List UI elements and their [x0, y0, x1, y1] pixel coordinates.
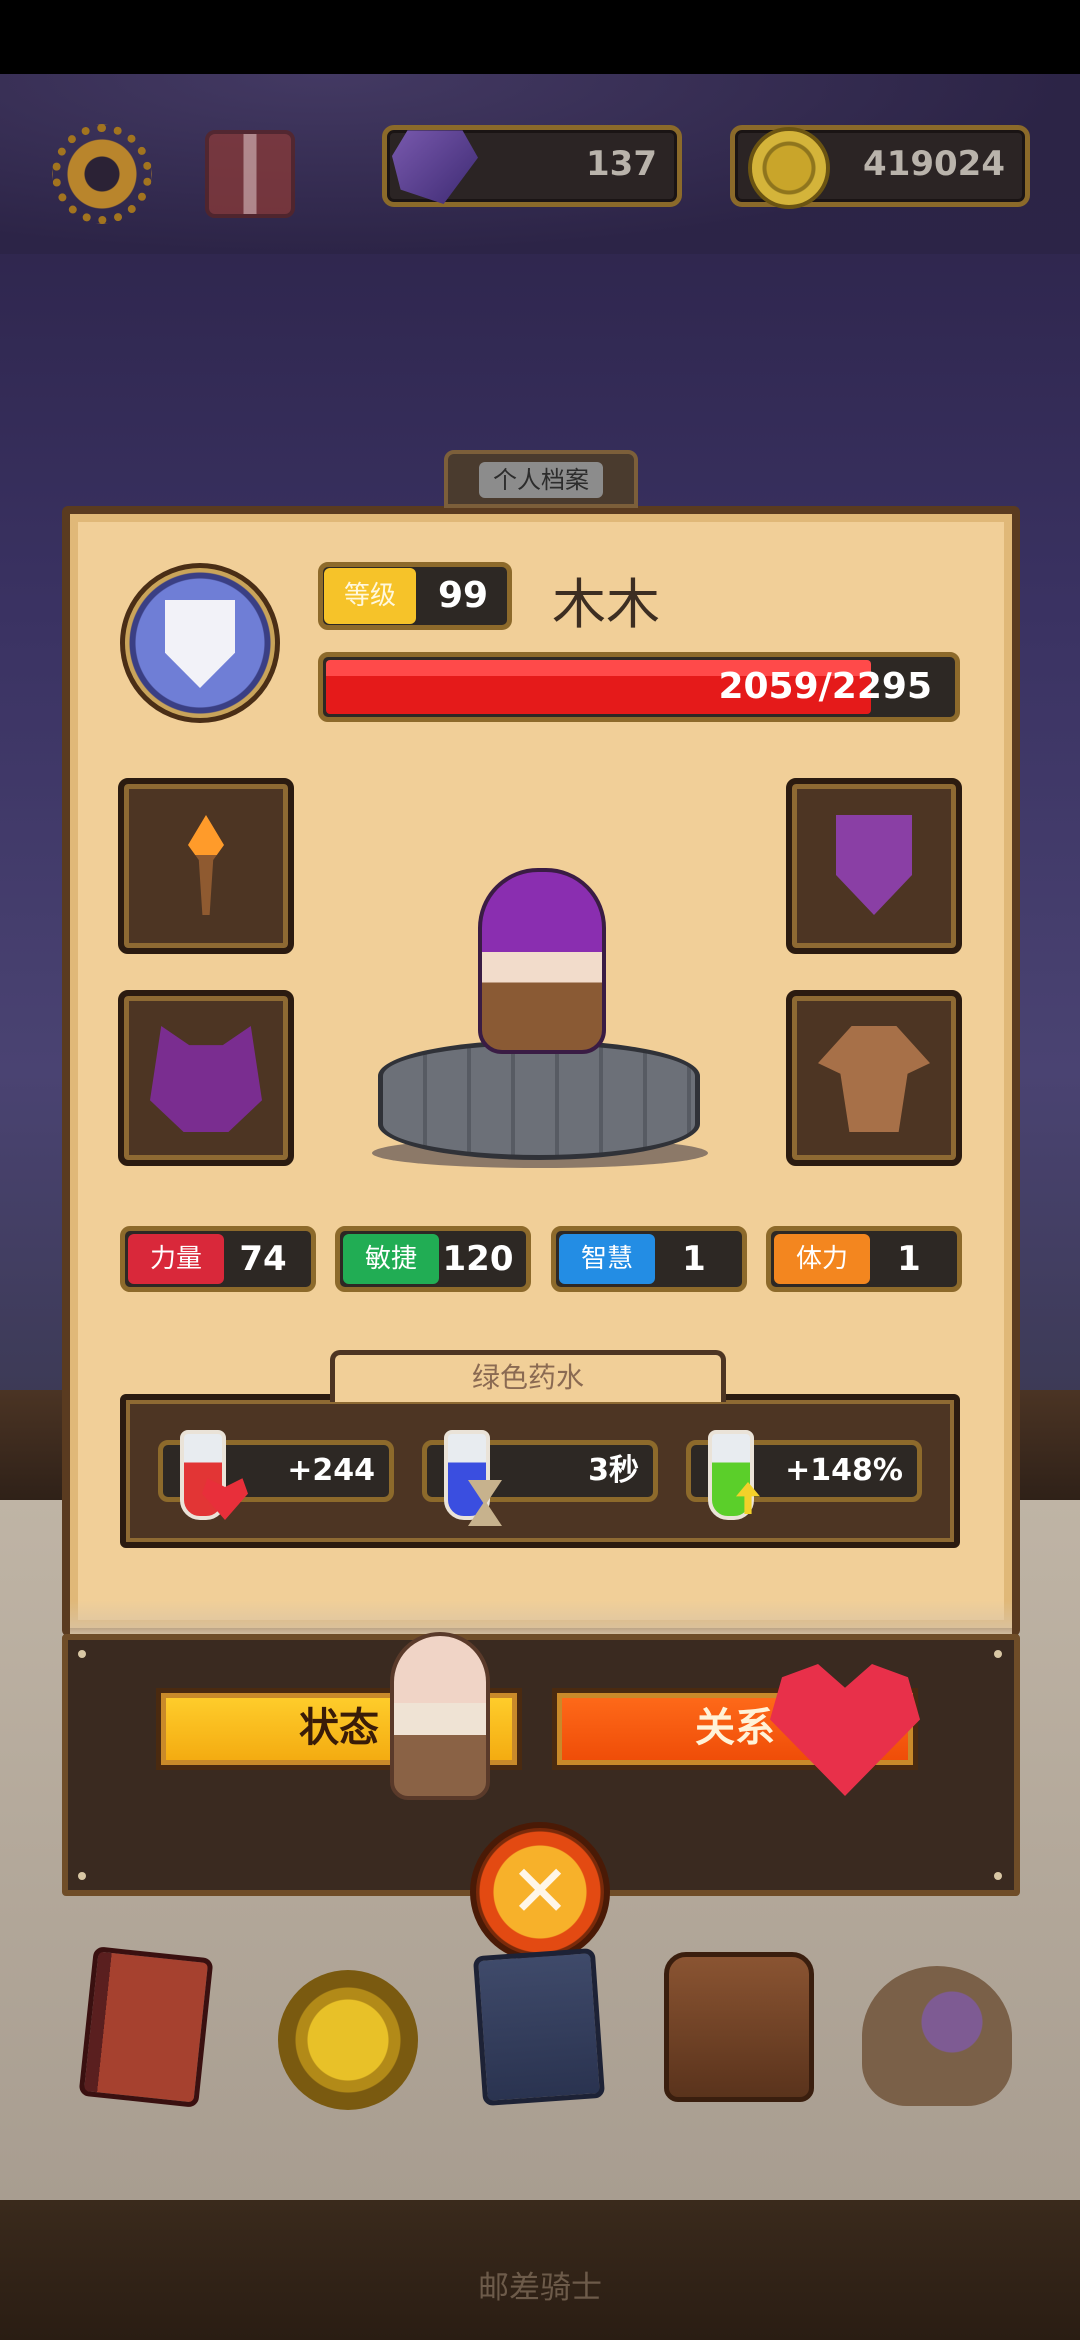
book-icon[interactable] — [78, 1946, 214, 2108]
profile-tab: 个人档案 — [444, 450, 638, 508]
rivet — [994, 1650, 1002, 1658]
level-label: 等级 — [324, 568, 416, 624]
stat-wisdom-value: 1 — [682, 1239, 706, 1279]
stat-stamina: 体力 1 — [766, 1226, 962, 1292]
rivet — [78, 1872, 86, 1880]
stat-strength-label: 力量 — [128, 1234, 224, 1284]
gear-icon[interactable] — [52, 124, 152, 224]
gem-count: 137 — [586, 144, 657, 184]
stat-agility: 敏捷 120 — [335, 1226, 531, 1292]
stat-strength-value: 74 — [239, 1239, 287, 1279]
stat-stamina-label: 体力 — [774, 1234, 870, 1284]
stat-wisdom-label: 智慧 — [559, 1234, 655, 1284]
player-name: 木木 — [552, 573, 660, 636]
stat-wisdom: 智慧 1 — [551, 1226, 747, 1292]
hp-text: 2059/2295 — [718, 666, 932, 707]
hero-character — [478, 868, 606, 1054]
status-bar — [0, 0, 1080, 74]
coin-count: 419024 — [863, 144, 1005, 184]
potion-title: 绿色药水 — [330, 1350, 726, 1402]
backpack-icon[interactable] — [664, 1952, 814, 2102]
rivet — [994, 1872, 1002, 1880]
star-coin-icon[interactable] — [278, 1970, 418, 2110]
cards-icon[interactable] — [472, 1947, 606, 2107]
footer-title: 邮差骑士 — [478, 2270, 602, 2306]
coin-icon — [748, 127, 830, 209]
potion-boost-value: +148% — [785, 1453, 903, 1488]
stat-agility-label: 敏捷 — [343, 1234, 439, 1284]
girl-character — [390, 1632, 490, 1800]
panel-fade — [70, 1600, 1012, 1636]
close-icon[interactable]: ✕ — [470, 1822, 610, 1962]
stone-pedestal — [378, 1040, 700, 1160]
stat-stamina-value: 1 — [897, 1239, 921, 1279]
loot-bag-icon[interactable] — [862, 1966, 1012, 2106]
stat-strength: 力量 74 — [120, 1226, 316, 1292]
potion-hp-value: +244 — [287, 1453, 375, 1488]
stat-agility-value: 120 — [442, 1239, 514, 1279]
rivet — [78, 1650, 86, 1658]
potion-time-value: 3秒 — [588, 1453, 639, 1488]
profile-tab-title: 个人档案 — [479, 462, 603, 498]
level-value: 99 — [437, 575, 489, 616]
gift-icon[interactable] — [205, 130, 295, 218]
